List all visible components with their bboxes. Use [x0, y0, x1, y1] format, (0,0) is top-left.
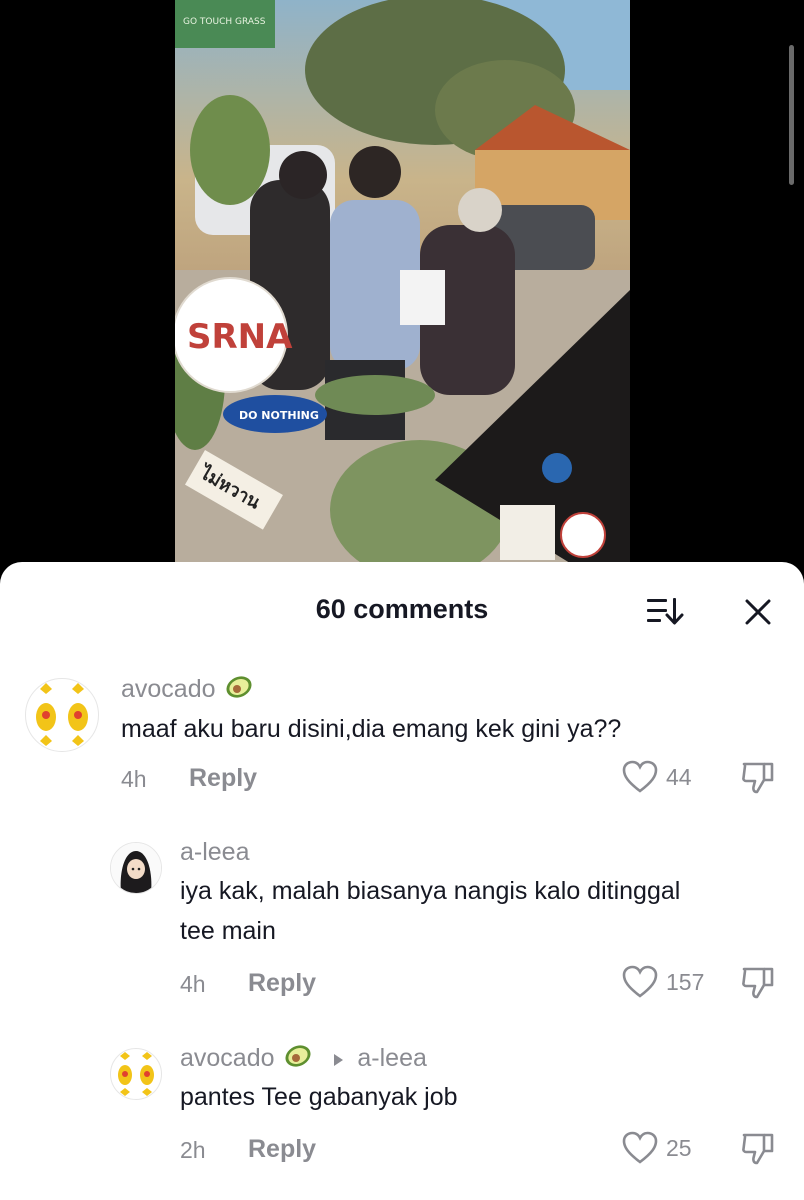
avocado-emoji-icon — [283, 1043, 313, 1076]
do-nothing-sticker-text: DO NOTHING — [239, 409, 319, 422]
reply-username[interactable]: avocado a-leea — [180, 1043, 427, 1076]
like-count: 157 — [666, 969, 705, 995]
comment-timestamp: 2h — [180, 1137, 206, 1163]
heart-icon — [622, 965, 658, 998]
like-button[interactable]: 25 — [622, 1131, 702, 1167]
reply-text-line1: iya kak, malah biasanya nangis kalo diti… — [180, 877, 681, 905]
reply-username[interactable]: a-leea — [180, 838, 250, 867]
username-text: avocado — [180, 1044, 275, 1073]
comment-item: avocado maaf aku baru disini,dia emang k… — [0, 662, 804, 812]
dislike-icon[interactable] — [740, 1131, 776, 1167]
dislike-icon[interactable] — [740, 760, 776, 796]
reply-item: a-leea iya kak, malah biasanya nangis ka… — [0, 832, 804, 1007]
reply-button[interactable]: Reply — [248, 969, 316, 998]
comment-timestamp: 4h — [180, 971, 206, 997]
srna-sticker-text: SRNA — [187, 317, 293, 357]
heart-icon — [622, 760, 658, 793]
like-button[interactable]: 157 — [622, 965, 712, 1001]
video-player[interactable]: GO TOUCH GRASS SRNA DO NOTHING ไม่หวาน — [0, 0, 804, 600]
comments-sheet: 60 comments avocado maaf aku baru disini… — [0, 562, 804, 1200]
avocado-emoji-icon — [224, 674, 254, 707]
reply-text-line2: tee main — [180, 917, 276, 945]
video-scrollbar[interactable] — [789, 45, 794, 185]
avatar[interactable] — [110, 842, 162, 894]
comment-text: maaf aku baru disini,dia emang kek gini … — [121, 715, 622, 743]
like-count: 25 — [666, 1135, 692, 1161]
mirror-selfie-image: GO TOUCH GRASS SRNA DO NOTHING ไม่หวาน — [175, 0, 630, 600]
reply-arrow-icon — [332, 1045, 344, 1074]
reply-to-username[interactable]: a-leea — [357, 1044, 427, 1072]
comment-username[interactable]: avocado — [121, 674, 254, 707]
comment-timestamp: 4h — [121, 766, 147, 792]
sort-icon[interactable] — [646, 596, 684, 626]
avatar[interactable] — [25, 678, 99, 752]
video-frame: GO TOUCH GRASS SRNA DO NOTHING ไม่หวาน — [175, 0, 630, 600]
reply-button[interactable]: Reply — [189, 764, 257, 793]
sign-text: GO TOUCH GRASS — [183, 17, 266, 27]
like-count: 44 — [666, 764, 692, 790]
like-button[interactable]: 44 — [622, 760, 702, 796]
close-icon[interactable] — [744, 598, 772, 626]
reply-button[interactable]: Reply — [248, 1135, 316, 1164]
username-text: avocado — [121, 675, 216, 704]
reply-item: avocado a-leea pantes Tee gabanyak job 2… — [0, 1038, 804, 1188]
heart-icon — [622, 1131, 658, 1164]
reply-text: pantes Tee gabanyak job — [180, 1083, 458, 1111]
dislike-icon[interactable] — [740, 965, 776, 1001]
avatar[interactable] — [110, 1048, 162, 1100]
